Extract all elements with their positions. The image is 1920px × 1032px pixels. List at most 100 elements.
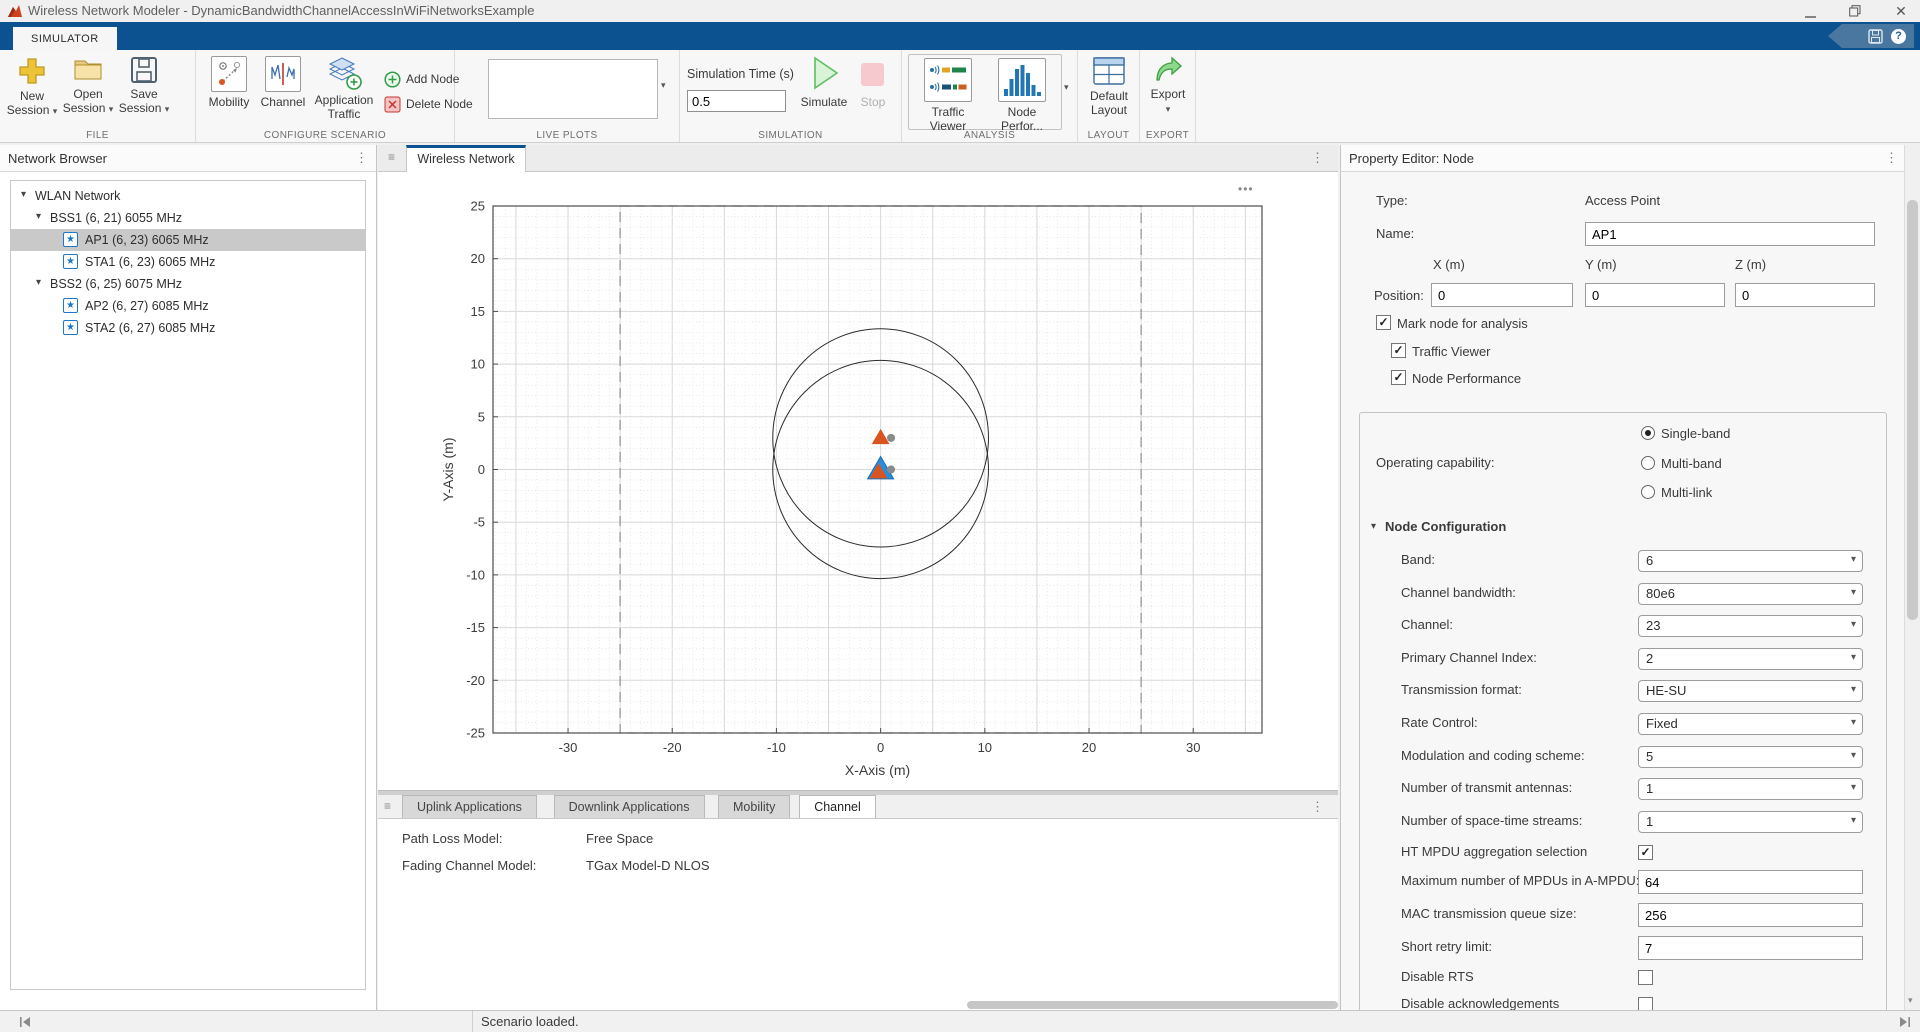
scrollbar-thumb[interactable] [1907,200,1918,620]
dropdown-number-of-transmit-antennas[interactable]: 1 [1638,778,1863,800]
quick-save-icon[interactable] [1868,29,1883,44]
section-collapse-icon[interactable] [1371,521,1376,532]
svg-text:25: 25 [471,199,485,214]
bottom-tab-list-icon[interactable] [384,799,391,813]
tree-node-2[interactable]: AP1 (6, 23) 6065 MHz [11,229,365,251]
default-layout-button[interactable]: DefaultLayout [1082,54,1136,117]
close-button[interactable]: ✕ [1884,0,1918,22]
tree-expand-icon[interactable] [36,277,41,288]
sta2-marker[interactable] [887,434,895,442]
tab-channel[interactable]: Channel [799,795,876,818]
input-maximum-number-of-mpdus-in-a-mpdu[interactable] [1638,870,1863,894]
restore-button[interactable] [1838,0,1872,22]
dropdown-channel-bandwidth[interactable]: 80e6 [1638,583,1863,605]
dropdown-transmission-format[interactable]: HE-SU [1638,680,1863,702]
simulation-time-input[interactable] [687,90,786,112]
tree-node-5[interactable]: AP2 (6, 27) 6085 MHz [11,295,365,317]
checkbox-ht-mpdu-aggregation-selection[interactable] [1638,845,1653,860]
checkbox-mark-node-for-analysis[interactable] [1376,315,1391,330]
application-traffic-button[interactable]: ApplicationTraffic [310,54,378,121]
mobility-button[interactable]: Mobility [202,54,256,109]
horizontal-scrollbar[interactable] [967,1001,1338,1009]
tab-list-icon[interactable] [388,150,395,164]
bottom-tab-bar: Uplink Applications Downlink Applications… [378,795,1338,819]
open-session-icon [72,56,104,84]
tree-expand-icon[interactable] [21,189,26,200]
checkbox-label: Node Performance [1412,371,1521,386]
tab-wireless-network[interactable]: Wireless Network [406,145,526,172]
radio-multi-band[interactable] [1641,456,1655,470]
position-z-input[interactable] [1735,283,1875,307]
node-star-icon [63,298,78,313]
checkbox-traffic-viewer[interactable] [1391,343,1406,358]
dropdown-modulation-and-coding-scheme[interactable]: 5 [1638,746,1863,768]
wireless-network-modeler-window: Wireless Network Modeler - DynamicBandwi… [0,0,1920,1032]
live-plots-dropdown-button[interactable] [661,80,666,91]
traffic-viewer-icon [924,58,972,102]
sta1-marker[interactable] [887,466,895,474]
input-short-retry-limit[interactable] [1638,936,1863,960]
export-button[interactable]: Export [1144,54,1192,116]
status-message: Scenario loaded. [481,1014,579,1029]
radio-multi-link[interactable] [1641,485,1655,499]
bottom-panel-menu-icon[interactable] [1311,799,1324,815]
group-label-analysis: ANALYSIS [902,130,1077,141]
channel-button[interactable]: Channel [258,54,308,109]
name-input[interactable] [1585,222,1875,246]
position-y-input[interactable] [1585,283,1725,307]
property-editor-header: Property Editor: Node [1341,145,1920,172]
checkbox-disable-rts[interactable] [1638,970,1653,985]
node-configuration-title: Node Configuration [1385,519,1506,534]
tree-expand-icon[interactable] [36,211,41,222]
dropdown-primary-channel-index[interactable]: 2 [1638,648,1863,670]
dropdown-rate-control[interactable]: Fixed [1638,713,1863,735]
open-session-button[interactable]: OpenSession [62,54,114,116]
traffic-viewer-button[interactable]: Traffic Viewer [912,56,984,133]
stop-button[interactable]: Stop [852,52,894,109]
save-session-button[interactable]: SaveSession [118,54,170,116]
network-browser-menu-icon[interactable] [355,150,368,166]
node-performance-button[interactable]: Node Perfor... [986,56,1058,133]
tree-node-3[interactable]: STA1 (6, 23) 6065 MHz [11,251,365,273]
live-plots-gallery[interactable] [488,59,658,119]
collapse-left-icon[interactable] [18,1016,32,1028]
scrollbar-down-arrow[interactable] [1908,995,1913,1006]
svg-text:30: 30 [1186,740,1200,755]
help-icon[interactable]: ? [1891,29,1906,44]
dropdown-number-of-space-time-streams[interactable]: 1 [1638,811,1863,833]
input-mac-transmission-queue-size[interactable] [1638,903,1863,927]
tree-branch-4[interactable]: BSS2 (6, 25) 6075 MHz [11,273,365,295]
svg-text:-10: -10 [466,567,485,582]
radio-single-band[interactable] [1641,426,1655,440]
position-x-input[interactable] [1431,283,1573,307]
ap2-marker[interactable] [873,430,889,444]
tab-simulator[interactable]: SIMULATOR [12,26,118,51]
dropdown-band[interactable]: 6 [1638,550,1863,572]
group-configure-scenario: Mobility Channel Appl [196,50,455,142]
type-value: Access Point [1585,193,1660,208]
new-session-button[interactable]: NewSession [6,54,58,118]
scenario-menu-icon[interactable] [1311,150,1324,166]
tree-branch-1[interactable]: BSS1 (6, 21) 6055 MHz [11,207,365,229]
plot-options-icon[interactable] [1238,182,1254,196]
property-editor-title: Property Editor: Node [1349,151,1474,166]
tree-branch-0[interactable]: WLAN Network [11,185,365,207]
tab-mobility[interactable]: Mobility [718,795,790,818]
save-session-icon [130,56,158,84]
simulate-button[interactable]: Simulate [796,52,852,109]
property-editor-menu-icon[interactable] [1885,150,1898,166]
property-editor-scrollbar[interactable] [1904,145,1920,1010]
checkbox-disable-acknowledgements[interactable] [1638,997,1653,1010]
config-label: Primary Channel Index: [1401,650,1537,665]
checkbox-node-performance[interactable] [1391,370,1406,385]
analysis-dropdown-button[interactable] [1064,82,1069,93]
network-plot[interactable]: -30-20-100102030-25-20-15-10-50510152025… [378,172,1338,790]
dropdown-channel[interactable]: 23 [1638,615,1863,637]
radio-label: Multi-link [1661,485,1712,500]
minimize-button[interactable] [1793,0,1827,22]
add-node-button[interactable]: Add Node [384,69,459,89]
tab-uplink-applications[interactable]: Uplink Applications [402,795,537,818]
tab-downlink-applications[interactable]: Downlink Applications [554,795,705,818]
tree-node-6[interactable]: STA2 (6, 27) 6085 MHz [11,317,365,339]
collapse-right-icon[interactable] [1898,1016,1912,1028]
